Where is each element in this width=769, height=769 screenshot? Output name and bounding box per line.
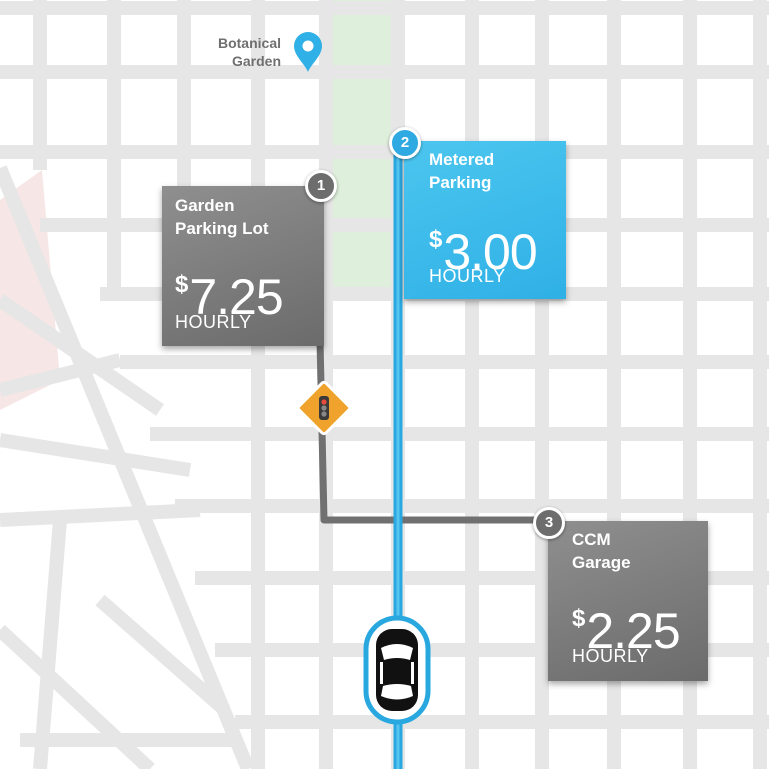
map-view[interactable]: Botanical Garden Garden Parking Lot $7.2… bbox=[0, 0, 769, 769]
botanical-garden-park bbox=[328, 0, 394, 287]
parking-card-ccm-garage[interactable]: CCM Garage $2.25 HOURLY bbox=[548, 521, 708, 681]
parking-name: Garden Parking Lot bbox=[175, 196, 269, 238]
parking-number-badge[interactable]: 2 bbox=[389, 127, 421, 159]
price-unit: HOURLY bbox=[175, 312, 252, 332]
street bbox=[0, 503, 201, 527]
parking-name: CCM Garage bbox=[572, 530, 631, 572]
poi-label: Botanical Garden bbox=[217, 35, 281, 69]
parking-number-badge[interactable]: 1 bbox=[305, 170, 337, 202]
parking-number-badge[interactable]: 3 bbox=[533, 507, 565, 539]
parking-card-garden-parking-lot[interactable]: Garden Parking Lot $7.25 HOURLY bbox=[162, 186, 324, 346]
currency-symbol: $ bbox=[572, 605, 585, 632]
price-unit: HOURLY bbox=[572, 646, 649, 666]
parking-card-metered-parking[interactable]: Metered Parking $3.00 HOURLY bbox=[404, 141, 566, 299]
car-icon[interactable] bbox=[363, 615, 431, 725]
currency-symbol: $ bbox=[429, 226, 442, 253]
currency-symbol: $ bbox=[175, 271, 188, 298]
parking-name: Metered Parking bbox=[429, 150, 495, 192]
price-unit: HOURLY bbox=[429, 266, 506, 286]
